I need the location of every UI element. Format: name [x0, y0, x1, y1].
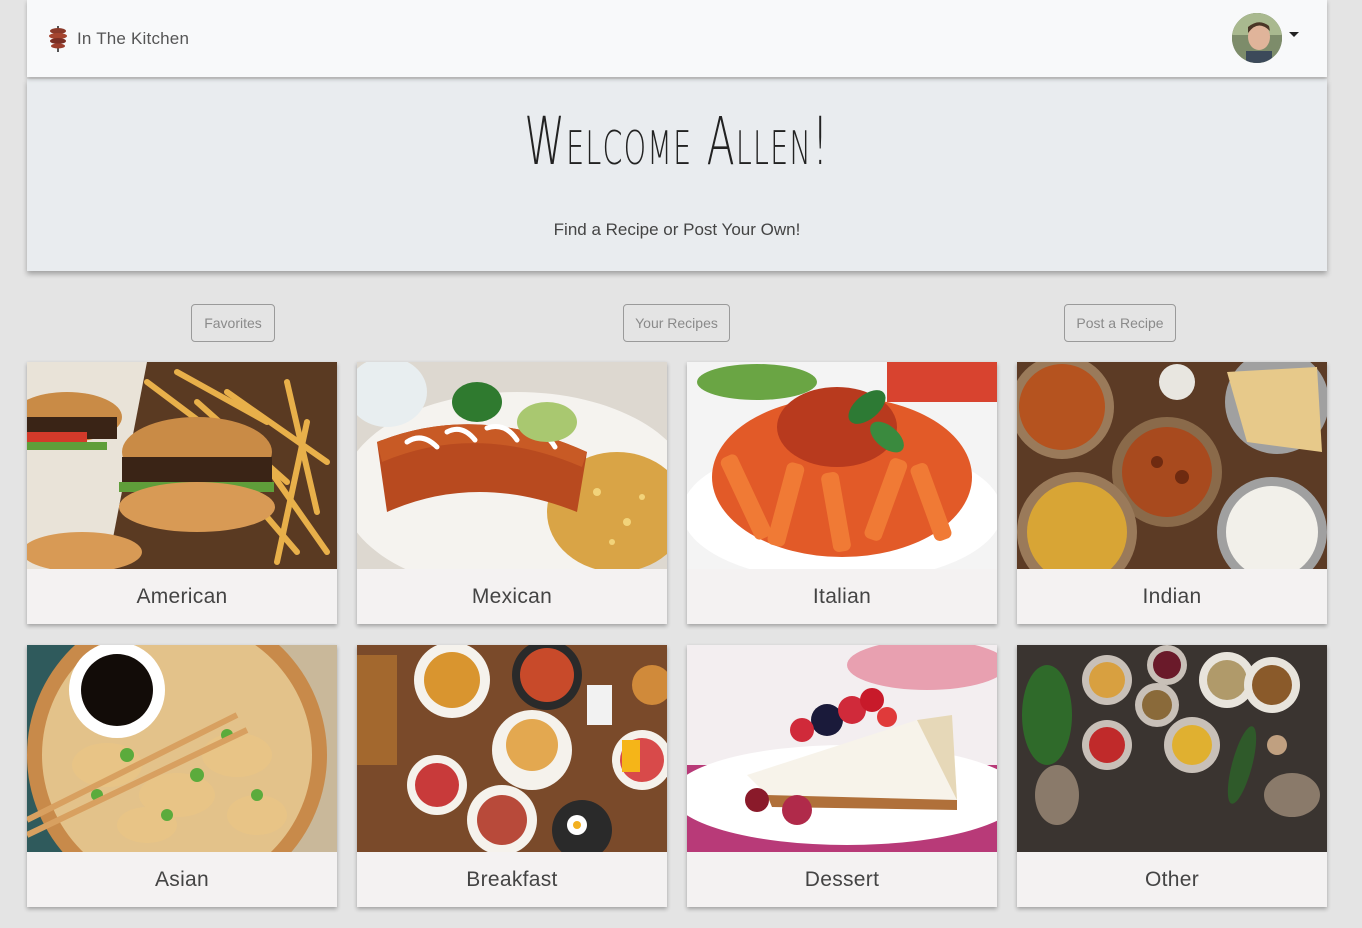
welcome-banner: Welcome Allen! Find a Recipe or Post You… [27, 79, 1327, 271]
category-label: American [136, 584, 228, 608]
dumplings-with-soy-sauce-image [27, 645, 337, 852]
category-card-asian[interactable]: Asian [27, 645, 337, 907]
category-label: Indian [1142, 584, 1202, 608]
category-card-dessert[interactable]: Dessert [687, 645, 997, 907]
spice-bowls-image [1017, 645, 1327, 852]
category-card-mexican[interactable]: Mexican [357, 362, 667, 624]
favorites-button[interactable]: Favorites [191, 304, 275, 342]
category-card-american[interactable]: American [27, 362, 337, 624]
category-card-italian[interactable]: Italian [687, 362, 997, 624]
category-label: Asian [154, 867, 210, 891]
top-navbar: In The Kitchen [27, 0, 1327, 77]
category-card-breakfast[interactable]: Breakfast [357, 645, 667, 907]
page-title: Welcome Allen! [524, 103, 830, 180]
category-label: Italian [812, 584, 872, 608]
category-label: Breakfast [466, 867, 558, 891]
berry-cheesecake-image [687, 645, 997, 852]
burgers-and-fries-image [27, 362, 337, 569]
brand-text: In The Kitchen [77, 29, 190, 48]
category-label: Other [1144, 867, 1200, 891]
brand-link[interactable]: In The Kitchen [47, 26, 189, 52]
user-avatar[interactable] [1232, 13, 1282, 63]
kebab-icon [49, 26, 67, 52]
curry-dishes-and-naan-image [1017, 362, 1327, 569]
category-label: Dessert [804, 867, 880, 891]
penne-pasta-image [687, 362, 997, 569]
post-recipe-button[interactable]: Post a Recipe [1064, 304, 1176, 342]
your-recipes-button[interactable]: Your Recipes [623, 304, 730, 342]
breakfast-spread-image [357, 645, 667, 852]
category-card-indian[interactable]: Indian [1017, 362, 1327, 624]
chevron-down-icon[interactable] [1289, 32, 1299, 37]
category-card-other[interactable]: Other [1017, 645, 1327, 907]
enchiladas-with-rice-image [357, 362, 667, 569]
page-subtitle: Find a Recipe or Post Your Own! [553, 220, 801, 239]
category-label: Mexican [471, 584, 553, 608]
